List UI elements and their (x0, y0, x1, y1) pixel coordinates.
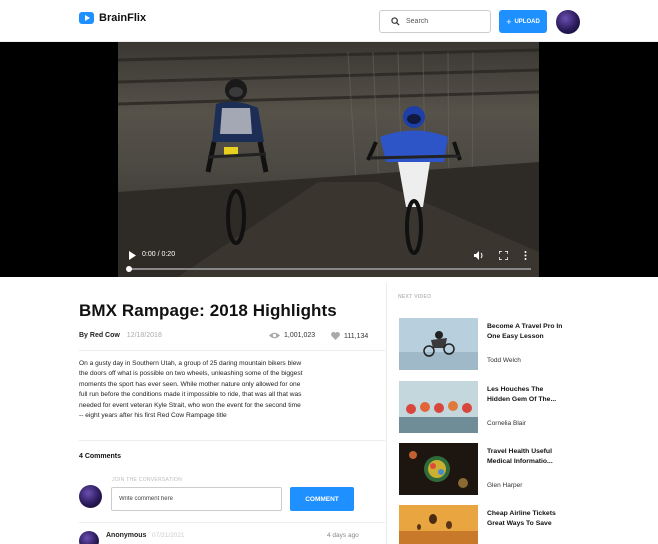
comment-date: 07/31/2021 (152, 532, 185, 539)
thumbnail-image (399, 381, 478, 433)
search-box[interactable] (379, 10, 491, 33)
search-input[interactable] (406, 18, 486, 25)
comment-author: Anonymous (106, 532, 147, 539)
avatar (79, 531, 99, 544)
next-video-label: NEXT VIDEO (398, 294, 432, 300)
upload-button[interactable]: + UPLOAD (499, 10, 547, 33)
upload-label: UPLOAD (514, 18, 540, 25)
thumbnail-image (399, 443, 478, 495)
next-video-card[interactable]: Cheap Airline Tickets Great Ways To Save (399, 505, 644, 544)
next-video-card[interactable]: Travel Health Useful Medical Informatio.… (399, 443, 644, 495)
video-player[interactable]: 0:00 / 0:20 (0, 42, 658, 277)
thumbnail-image (399, 318, 478, 370)
next-video-card[interactable]: Become A Travel Pro In One Easy Lesson T… (399, 318, 644, 370)
comment-input[interactable] (111, 487, 282, 511)
next-video-title[interactable]: Cheap Airline Tickets Great Ways To Save (487, 509, 567, 529)
next-video-author: Todd Welch (487, 357, 521, 364)
avatar[interactable] (556, 10, 580, 34)
next-video-title[interactable]: Travel Health Useful Medical Informatio.… (487, 447, 567, 467)
video-title: BMX Rampage: 2018 Highlights (79, 301, 337, 320)
play-icon[interactable] (128, 251, 136, 260)
video-thumbnail[interactable] (399, 381, 478, 433)
more-icon[interactable] (524, 251, 527, 260)
logo[interactable]: BrainFlix (79, 12, 146, 24)
logo-text: BrainFlix (99, 12, 147, 24)
heart-icon (331, 332, 340, 340)
sidebar-divider (386, 283, 387, 544)
video-thumbnail[interactable] (399, 443, 478, 495)
play-icon (79, 12, 94, 24)
divider (79, 350, 385, 351)
video-date: 12/18/2018 (126, 332, 162, 339)
divider (79, 440, 385, 441)
next-video-author: Cornelia Blair (487, 420, 527, 427)
next-video-author: Glen Harper (487, 482, 523, 489)
avatar (79, 485, 102, 508)
eye-icon (269, 332, 280, 339)
comment-time-ago: 4 days ago (327, 532, 359, 539)
player-controls: 0:00 / 0:20 (118, 245, 539, 277)
comments-count: 4 Comments (79, 453, 122, 460)
volume-icon[interactable] (474, 251, 484, 260)
next-video-title[interactable]: Become A Travel Pro In One Easy Lesson (487, 322, 567, 342)
video-thumbnail[interactable] (399, 505, 478, 544)
join-label: JOIN THE CONVERSATION (112, 477, 183, 483)
comment-button[interactable]: COMMENT (290, 487, 354, 511)
video-meta: By Red Cow 12/18/2018 1,001,023 111,134 (79, 332, 371, 346)
progress-knob[interactable] (126, 266, 132, 272)
views-value: 1,001,023 (284, 332, 316, 339)
progress-bar[interactable] (126, 266, 531, 272)
video-author[interactable]: By Red Cow (79, 332, 120, 339)
fullscreen-icon[interactable] (499, 251, 508, 260)
thumbnail-image (399, 505, 478, 544)
video-frame[interactable] (118, 42, 539, 277)
next-video-card[interactable]: Les Houches The Hidden Gem Of The... Cor… (399, 381, 644, 433)
views-count: 1,001,023 (269, 332, 315, 339)
likes-count[interactable]: 111,134 (331, 332, 368, 340)
video-poster-image (118, 48, 539, 277)
search-icon (391, 17, 400, 26)
plus-icon: + (506, 16, 512, 27)
divider (79, 522, 385, 523)
video-description: On a gusty day in Southern Utah, a group… (79, 360, 303, 420)
time-display: 0:00 / 0:20 (142, 251, 176, 258)
likes-value: 111,134 (344, 332, 369, 340)
site-header: BrainFlix + UPLOAD (0, 0, 658, 42)
next-video-title[interactable]: Les Houches The Hidden Gem Of The... (487, 385, 567, 405)
video-thumbnail[interactable] (399, 318, 478, 370)
